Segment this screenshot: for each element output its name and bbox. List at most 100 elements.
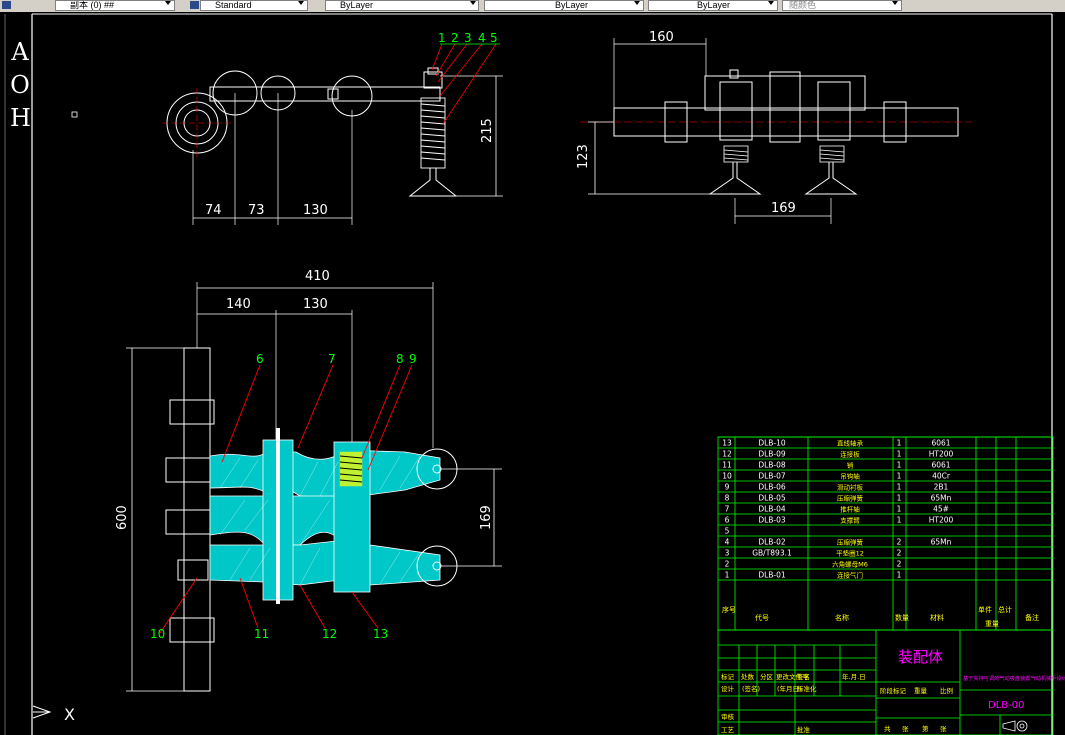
dim-74: 74 (205, 203, 222, 218)
bom-cell-mat: 65Mn (931, 538, 952, 547)
bom-cell-qty: 1 (897, 483, 902, 492)
tb-no: 第 (922, 724, 929, 733)
tb-std: 标准化 (797, 684, 817, 693)
balloon-label: 3 (464, 31, 472, 45)
bom-header-weight: 重量 (985, 620, 999, 628)
screw (729, 69, 739, 79)
collar-2 (165, 457, 211, 483)
guide-shaft (183, 347, 211, 692)
bom-cell-mat: 6061 (931, 461, 950, 470)
chevron-down-icon[interactable] (298, 1, 304, 5)
bom-cell-qty: 1 (897, 461, 902, 470)
lineweight-dropdown[interactable]: ByLayer (648, 0, 778, 11)
bom-cell-code: GB/T893.1 (752, 549, 792, 558)
bom-cell-no: 3 (725, 549, 730, 558)
bom-cell-no: 12 (722, 450, 732, 459)
bom-header-qty: 数量 (895, 613, 909, 622)
side-view-dims: 160 123 169 (576, 30, 796, 216)
bom-cell-name: 压缩弹簧 (837, 494, 864, 503)
carriage (704, 75, 866, 111)
bom-cell-name: 推杆轴 (840, 505, 860, 514)
collar-3 (165, 509, 211, 535)
chevron-down-icon[interactable] (768, 1, 774, 5)
cup-right (804, 162, 858, 195)
bom-cell-qty: 1 (897, 505, 902, 514)
layer-manager-icon[interactable] (2, 1, 11, 9)
bom-cell-code: DLB-03 (758, 516, 786, 525)
bom-cell-mat: HT200 (929, 516, 954, 525)
balloon-label: 9 (409, 352, 417, 366)
text-style-dropdown[interactable]: Standard (200, 0, 308, 11)
chevron-down-icon[interactable] (892, 1, 898, 5)
tb-process: 工艺 (721, 726, 735, 734)
collar-5 (169, 617, 215, 643)
bom-cell-no: 8 (725, 494, 730, 503)
bom-cell-no: 13 (722, 439, 732, 448)
layer-dropdown[interactable]: 副本 (0) ## (55, 0, 175, 11)
bom-header-note: 备注 (1025, 613, 1039, 622)
balloon-label: 13 (373, 627, 388, 641)
tb-weight: 重量 (914, 687, 928, 695)
grip-marker[interactable] (71, 111, 78, 118)
bom-header-no: 序号 (722, 605, 736, 614)
chevron-down-icon[interactable] (165, 1, 171, 5)
plotstyle-dropdown[interactable]: 随颜色 (782, 0, 902, 11)
balloon-label: 12 (322, 627, 337, 641)
bom-cell-mat: 65Mn (931, 494, 952, 503)
ucs-icon (32, 705, 52, 719)
balloon-label: 1 (438, 31, 446, 45)
tb-sheet2: 张 (940, 724, 947, 733)
bom-header-name: 名称 (835, 613, 849, 622)
bom-cell-code: DLB-04 (758, 505, 786, 514)
bom-header: 序号 代号 名称 数量 材料 单件 总计 重量 备注 (722, 605, 1039, 628)
balloon-label: 7 (328, 352, 336, 366)
bom-cell-mat: 6061 (931, 439, 950, 448)
dim-130: 130 (303, 203, 328, 218)
tb-total: 共 (884, 724, 891, 733)
dim-215: 215 (480, 118, 495, 143)
top-view[interactable] (162, 43, 503, 225)
suction-cup (408, 168, 458, 197)
bom-header-code: 代号 (755, 613, 769, 622)
bom-cell-qty: 2 (897, 538, 902, 547)
chevron-down-icon[interactable] (634, 1, 640, 5)
bom-cell-qty: 1 (897, 571, 902, 580)
dim-123: 123 (576, 144, 591, 169)
color-dropdown[interactable]: ByLayer (325, 0, 479, 11)
tb-stage: 阶段标记 (880, 686, 907, 695)
tb-zone: 分区 (760, 672, 774, 681)
bom-cell-qty: 2 (897, 549, 902, 558)
bom-cell-mat: 45# (933, 505, 949, 514)
text-style-icon[interactable] (190, 1, 199, 9)
top-view-balloons: 1 2 3 4 5 (438, 31, 498, 45)
bom-cell-no: 1 (725, 571, 730, 580)
bom-cell-code: DLB-09 (758, 450, 786, 459)
balloon-label: 8 (396, 352, 404, 366)
bom-cell-qty: 1 (897, 516, 902, 525)
title-block[interactable] (717, 629, 1054, 735)
dim-600: 600 (115, 505, 130, 530)
block-b (769, 71, 801, 143)
bom-cell-no: 10 (722, 472, 732, 481)
nut (427, 67, 439, 75)
bom-cell-mat: HT200 (929, 450, 954, 459)
dim-140: 140 (226, 297, 251, 312)
bom-cell-code: DLB-07 (758, 472, 786, 481)
bom-cell-code: DLB-01 (758, 571, 786, 580)
bom-cell-no: 5 (725, 527, 730, 536)
balloon-label: 11 (254, 627, 269, 641)
bom-cell-qty: 1 (897, 439, 902, 448)
chevron-down-icon[interactable] (470, 1, 476, 5)
linetype-dropdown[interactable]: ByLayer (484, 0, 644, 11)
block-c (817, 81, 851, 141)
collar-1 (169, 399, 215, 425)
balloon-label: 6 (256, 352, 264, 366)
assembly-title: 装配体 (898, 648, 943, 666)
bom-cell-code: DLB-02 (758, 538, 786, 547)
bom-cell-name: 支撑臂 (840, 516, 860, 525)
bom-cell-no: 7 (725, 505, 730, 514)
side-view[interactable] (580, 38, 972, 224)
drawing-canvas[interactable]: 1 2 3 4 5 74 73 130 215 160 123 169 6 7 … (0, 12, 1065, 735)
main-view[interactable] (126, 282, 502, 692)
projection-symbol-icon (1002, 720, 1028, 732)
